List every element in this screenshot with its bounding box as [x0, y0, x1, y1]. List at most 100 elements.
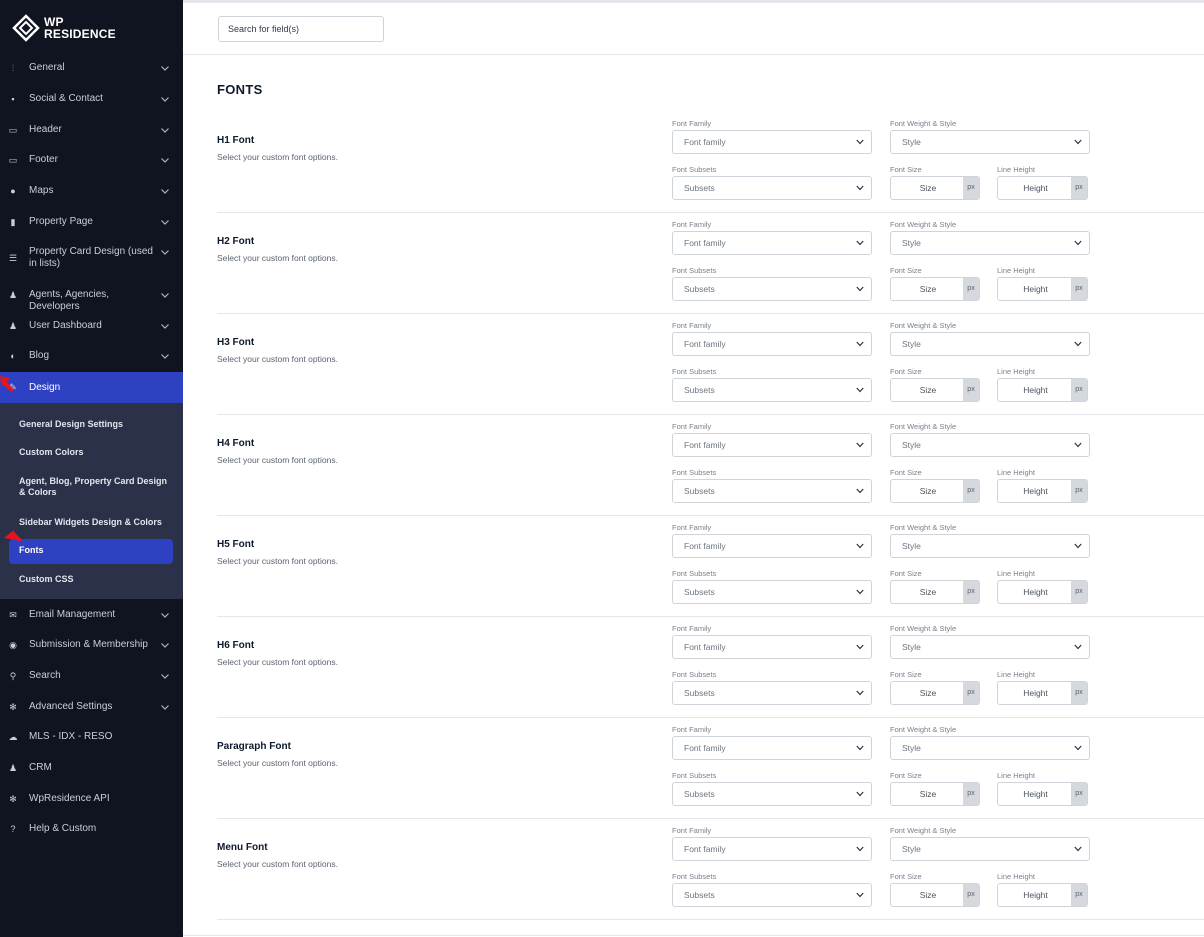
line-height-unit: px	[1071, 480, 1087, 502]
sidebar-item-label: Property Card Design (used in lists)	[29, 246, 153, 269]
font-size-input[interactable]: Size px	[890, 176, 980, 200]
font-subsets-label: Font Subsets	[672, 468, 717, 477]
sidebar-item[interactable]: ◉ Submission & Membership	[0, 638, 183, 652]
font-subsets-select[interactable]: Subsets	[672, 277, 872, 301]
font-weight-select[interactable]: Style	[890, 231, 1090, 255]
sidebar-item-label: Social & Contact	[29, 93, 103, 104]
chevron-down-icon	[161, 674, 169, 679]
submenu-item[interactable]: Custom CSS	[19, 574, 169, 585]
sidebar-item[interactable]: ⚲ Search	[0, 669, 183, 683]
font-family-select[interactable]: Font family	[672, 736, 872, 760]
chevron-down-icon	[856, 690, 864, 696]
font-subsets-select[interactable]: Subsets	[672, 479, 872, 503]
line-height-input[interactable]: Height px	[997, 883, 1088, 907]
font-size-input[interactable]: Size px	[890, 681, 980, 705]
chevron-down-icon	[161, 220, 169, 225]
font-family-select[interactable]: Font family	[672, 332, 872, 356]
font-family-select[interactable]: Font family	[672, 837, 872, 861]
font-subsets-select[interactable]: Subsets	[672, 681, 872, 705]
sidebar-item[interactable]: ◐ Blog	[0, 349, 183, 363]
line-height-input[interactable]: Height px	[997, 277, 1088, 301]
font-subsets-select[interactable]: Subsets	[672, 378, 872, 402]
font-weight-select[interactable]: Style	[890, 837, 1090, 861]
submenu-item[interactable]: Agent, Blog, Property Card Design & Colo…	[19, 476, 169, 498]
chevron-down-icon	[856, 387, 864, 393]
sidebar-item[interactable]: ♟ CRM	[0, 761, 183, 775]
annotation-arrow-icon	[0, 376, 14, 392]
sidebar-item-label: Submission & Membership	[29, 639, 148, 650]
font-weight-select[interactable]: Style	[890, 433, 1090, 457]
font-size-input[interactable]: Size px	[890, 479, 980, 503]
line-height-placeholder: Height	[1023, 688, 1048, 698]
sidebar-item[interactable]: ▪ Social & Contact	[0, 92, 183, 106]
sidebar-item[interactable]: ♟ User Dashboard	[0, 319, 183, 333]
submenu-item[interactable]: Sidebar Widgets Design & Colors	[19, 517, 169, 528]
sidebar-item[interactable]: ⫶ General	[0, 61, 183, 75]
line-height-unit: px	[1071, 278, 1087, 300]
font-subsets-select[interactable]: Subsets	[672, 782, 872, 806]
line-height-unit: px	[1071, 379, 1087, 401]
sidebar-item[interactable]: ☰ Property Card Design (used in lists)	[0, 245, 183, 271]
sidebar-item[interactable]: ✻ Advanced Settings	[0, 700, 183, 714]
font-size-unit: px	[963, 581, 979, 603]
font-family-value: Font family	[684, 844, 726, 854]
font-subsets-select[interactable]: Subsets	[672, 883, 872, 907]
font-size-input[interactable]: Size px	[890, 378, 980, 402]
font-row-title: H1 Font	[217, 135, 255, 146]
logo[interactable]: WP RESIDENCE	[12, 12, 116, 44]
sidebar-item[interactable]: ✻ WpResidence API	[0, 792, 183, 806]
submenu-item[interactable]: Fonts	[19, 545, 169, 556]
sidebar-item[interactable]: ▭ Footer	[0, 153, 183, 167]
font-row: Menu Font Select your custom font options…	[217, 819, 1204, 920]
sidebar-item[interactable]: ● Maps	[0, 184, 183, 198]
line-height-unit: px	[1071, 783, 1087, 805]
chevron-down-icon	[1074, 745, 1082, 751]
font-family-select[interactable]: Font family	[672, 635, 872, 659]
font-subsets-select[interactable]: Subsets	[672, 580, 872, 604]
font-family-select[interactable]: Font family	[672, 130, 872, 154]
search-input[interactable]: Search for field(s)	[218, 16, 384, 42]
font-row-title: H6 Font	[217, 640, 255, 651]
font-family-select[interactable]: Font family	[672, 231, 872, 255]
font-family-value: Font family	[684, 541, 726, 551]
line-height-input[interactable]: Height px	[997, 378, 1088, 402]
font-family-select[interactable]: Font family	[672, 433, 872, 457]
font-size-label: Font Size	[890, 872, 922, 881]
submenu-item[interactable]: General Design Settings	[19, 419, 169, 430]
font-weight-select[interactable]: Style	[890, 635, 1090, 659]
font-subsets-value: Subsets	[684, 688, 715, 698]
font-size-input[interactable]: Size px	[890, 782, 980, 806]
sidebar-item[interactable]: ✉ Email Management	[0, 608, 183, 622]
font-weight-select[interactable]: Style	[890, 534, 1090, 558]
sidebar-item[interactable]: ✎ Design	[0, 372, 183, 403]
font-row: Paragraph Font Select your custom font op…	[217, 718, 1204, 819]
sidebar-item[interactable]: ▭ Header	[0, 123, 183, 137]
font-weight-select[interactable]: Style	[890, 736, 1090, 760]
sidebar-item-label: Agents, Agencies, Developers	[29, 289, 110, 312]
submenu-item[interactable]: Custom Colors	[19, 447, 169, 458]
line-height-input[interactable]: Height px	[997, 176, 1088, 200]
font-size-input[interactable]: Size px	[890, 883, 980, 907]
font-weight-select[interactable]: Style	[890, 130, 1090, 154]
chevron-down-icon	[856, 185, 864, 191]
chevron-down-icon	[161, 324, 169, 329]
line-height-label: Line Height	[997, 872, 1035, 881]
annotation-arrow-icon	[4, 530, 22, 542]
font-subsets-select[interactable]: Subsets	[672, 176, 872, 200]
chevron-down-icon	[161, 158, 169, 163]
font-size-input[interactable]: Size px	[890, 277, 980, 301]
line-height-input[interactable]: Height px	[997, 479, 1088, 503]
font-family-select[interactable]: Font family	[672, 534, 872, 558]
line-height-input[interactable]: Height px	[997, 580, 1088, 604]
sidebar-item[interactable]: ☁ MLS - IDX - RESO	[0, 730, 183, 744]
font-size-input[interactable]: Size px	[890, 580, 980, 604]
font-weight-select[interactable]: Style	[890, 332, 1090, 356]
line-height-input[interactable]: Height px	[997, 681, 1088, 705]
sidebar-item[interactable]: ▮ Property Page	[0, 215, 183, 229]
font-family-label: Font Family	[672, 321, 712, 330]
sidebar-item[interactable]: ? Help & Custom	[0, 822, 183, 836]
line-height-unit: px	[1071, 581, 1087, 603]
line-height-placeholder: Height	[1023, 789, 1048, 799]
line-height-input[interactable]: Height px	[997, 782, 1088, 806]
sidebar-item[interactable]: ♟ Agents, Agencies, Developers	[0, 288, 183, 312]
